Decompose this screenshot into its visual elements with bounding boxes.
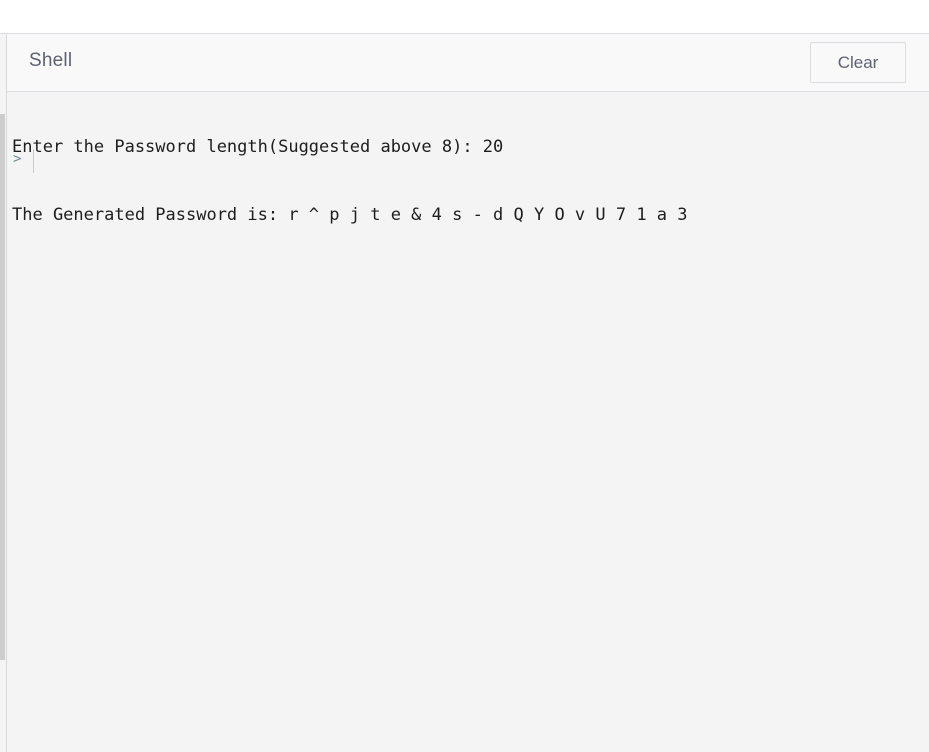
console-output: Enter the Password length(Suggested abov… — [12, 95, 922, 271]
app-window: Shell Clear Enter the Password length(Su… — [0, 0, 929, 752]
console-line: Enter the Password length(Suggested abov… — [12, 137, 504, 157]
top-bar — [0, 0, 929, 34]
console-line: The Generated Password is: r ^ p j t e &… — [12, 205, 688, 225]
shell-title: Shell — [29, 50, 73, 71]
text-cursor — [33, 149, 34, 173]
shell-header: Shell Clear — [7, 34, 929, 92]
panel-divider — [6, 34, 7, 752]
shell-panel: Shell Clear Enter the Password length(Su… — [0, 34, 929, 752]
prompt-icon: > — [13, 151, 22, 167]
left-scrollbar[interactable] — [0, 114, 5, 660]
clear-button[interactable]: Clear — [810, 42, 906, 83]
